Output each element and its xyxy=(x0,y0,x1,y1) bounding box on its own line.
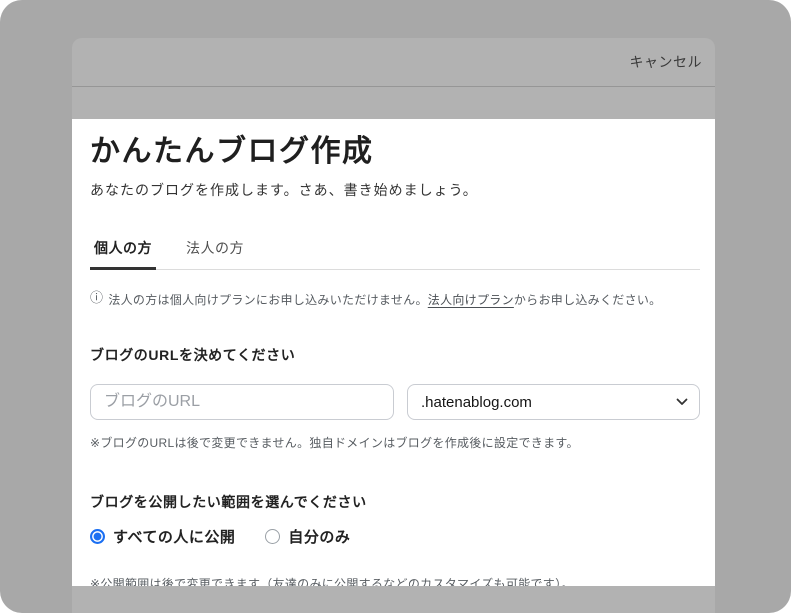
corporate-info-note: ⓘ 法人の方は個人向けプランにお申し込みいただけません。法人向けプランからお申し… xyxy=(90,291,700,308)
page-title: かんたんブログ作成 xyxy=(90,135,700,168)
tab-personal[interactable]: 個人の方 xyxy=(90,238,156,270)
scope-note: ※公開範囲は後で変更できます（友達のみに公開するなどのカスタマイズも可能です）。 xyxy=(90,575,700,586)
radio-unchecked-icon[interactable] xyxy=(265,529,280,544)
radio-checked-icon[interactable] xyxy=(90,529,105,544)
scope-radio-group: すべての人に公開 自分のみ xyxy=(90,526,700,547)
page-subtitle: あなたのブログを作成します。さあ、書き始めましょう。 xyxy=(90,180,700,200)
content-sheet: かんたんブログ作成 あなたのブログを作成します。さあ、書き始めましょう。 個人の… xyxy=(72,119,715,586)
modal-header-gap xyxy=(72,87,715,119)
domain-select-value: .hatenablog.com xyxy=(421,394,532,411)
url-field-row: .hatenablog.com xyxy=(90,384,700,420)
corporate-plan-link[interactable]: 法人向けプラン xyxy=(428,293,514,307)
radio-option-private-label: 自分のみ xyxy=(288,526,350,547)
tab-corporate[interactable]: 法人の方 xyxy=(182,238,248,269)
info-text: 法人の方は個人向けプランにお申し込みいただけません。法人向けプランからお申し込み… xyxy=(108,291,661,308)
cancel-button[interactable]: キャンセル xyxy=(630,52,703,72)
account-type-tabs: 個人の方 法人の方 xyxy=(90,238,700,270)
info-text-after: からお申し込みください。 xyxy=(514,293,662,307)
radio-option-public[interactable]: すべての人に公開 xyxy=(90,526,235,547)
chevron-down-icon xyxy=(676,398,688,406)
window-backdrop: キャンセル かんたんブログ作成 あなたのブログを作成します。さあ、書き始めましょ… xyxy=(0,0,791,613)
blog-create-modal: キャンセル かんたんブログ作成 あなたのブログを作成します。さあ、書き始めましょ… xyxy=(72,38,715,613)
domain-select[interactable]: .hatenablog.com xyxy=(407,384,700,420)
info-icon: ⓘ xyxy=(90,291,103,305)
scope-section-label: ブログを公開したい範囲を選んでください xyxy=(90,492,700,512)
blog-url-input[interactable] xyxy=(90,384,394,420)
radio-option-public-label: すべての人に公開 xyxy=(113,526,235,547)
url-section-label: ブログのURLを決めてください xyxy=(90,345,700,365)
url-note: ※ブログのURLは後で変更できません。独自ドメインはブログを作成後に設定できます… xyxy=(90,434,700,451)
radio-option-private[interactable]: 自分のみ xyxy=(265,526,350,547)
modal-header: キャンセル xyxy=(72,38,715,87)
info-text-before: 法人の方は個人向けプランにお申し込みいただけません。 xyxy=(108,293,427,307)
